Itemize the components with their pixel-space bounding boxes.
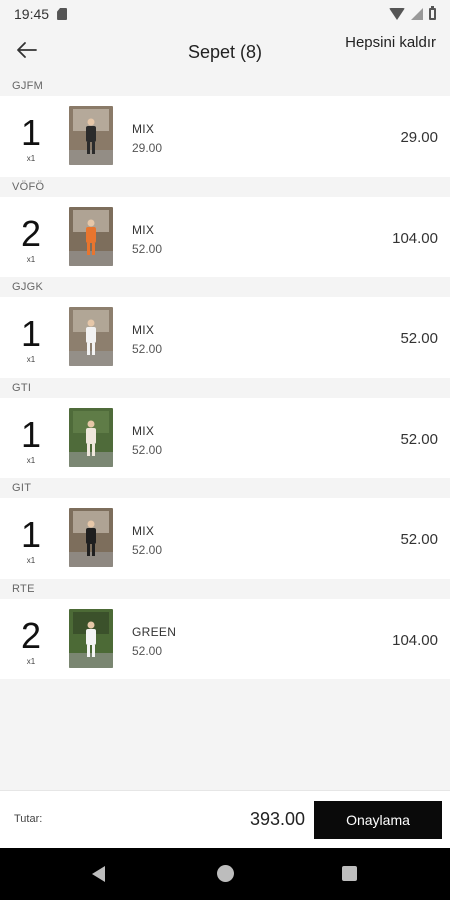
item-line-total: 52.00 xyxy=(400,531,438,548)
product-image xyxy=(69,508,113,567)
item-unit-price: 52.00 xyxy=(132,442,163,457)
item-line-total: 52.00 xyxy=(400,330,438,347)
item-quantity-note: x1 xyxy=(26,355,36,364)
item-unit-price: 29.00 xyxy=(132,141,163,155)
group-header: GJGK xyxy=(0,277,450,297)
item-quantity: 2 xyxy=(20,614,42,656)
home-circle-icon[interactable] xyxy=(217,865,234,882)
item-unit-price: 52.00 xyxy=(132,643,163,658)
cart-item-row[interactable]: 1 x1 MIX 29.00 29.00 xyxy=(0,96,450,177)
back-button[interactable] xyxy=(12,38,40,62)
group-header: GIT xyxy=(0,478,450,498)
cart-item-row[interactable]: 1 x1 MIX 52.00 52.00 xyxy=(0,397,450,478)
item-variant: MIX xyxy=(132,524,155,538)
item-quantity-note: x1 xyxy=(26,656,36,666)
checkout-bar: Tutar: 393.00 Onaylama xyxy=(0,790,450,848)
product-thumbnail[interactable] xyxy=(69,106,113,165)
remove-all-button[interactable]: Hepsini kaldır xyxy=(345,34,436,51)
item-unit-price: 52.00 xyxy=(132,342,163,356)
group-header: RTE xyxy=(0,578,450,599)
wifi-icon xyxy=(389,8,405,20)
item-variant: MIX xyxy=(132,222,155,237)
item-variant: MIX xyxy=(132,323,155,337)
item-quantity: 1 xyxy=(20,413,42,455)
total-value: 393.00 xyxy=(249,809,305,829)
status-bar: 19:45 xyxy=(0,0,450,28)
group-header: VÖFÖ xyxy=(0,176,450,197)
product-thumbnail[interactable] xyxy=(69,508,113,567)
item-quantity: 1 xyxy=(20,514,42,555)
cart-item-row[interactable]: 2 x1 MIX 52.00 104.00 xyxy=(0,196,450,277)
product-image xyxy=(69,407,113,467)
arrow-left-icon[interactable] xyxy=(15,41,37,59)
battery-icon xyxy=(429,6,436,20)
total-label: Tutar: xyxy=(14,813,43,825)
product-image xyxy=(69,206,113,266)
cart-item-row[interactable]: 1 x1 MIX 52.00 52.00 xyxy=(0,498,450,579)
group-header: GTI xyxy=(0,377,450,398)
system-nav-bar xyxy=(0,848,450,900)
status-icons xyxy=(389,6,436,20)
product-thumbnail[interactable] xyxy=(69,206,113,266)
item-line-total: 29.00 xyxy=(400,129,438,146)
item-quantity-note: x1 xyxy=(26,254,36,264)
item-variant: MIX xyxy=(132,423,155,438)
cart-list: GJFM 1 x1 MIX 29.00 29.00 VÖFÖ 2 x1 MIX … xyxy=(0,76,450,679)
app-bar: Sepet (8) Hepsini kaldır xyxy=(0,28,450,74)
product-image xyxy=(69,307,113,366)
recents-square-icon[interactable] xyxy=(342,866,357,881)
cart-item-row[interactable]: 1 x1 MIX 52.00 52.00 xyxy=(0,297,450,378)
item-variant: MIX xyxy=(132,122,155,136)
product-thumbnail[interactable] xyxy=(69,407,113,467)
signal-icon xyxy=(411,8,423,20)
item-quantity: 2 xyxy=(20,212,42,254)
status-time: 19:45 xyxy=(14,6,50,22)
item-line-total: 104.00 xyxy=(392,229,438,247)
product-thumbnail[interactable] xyxy=(69,307,113,366)
item-quantity-note: x1 xyxy=(26,154,36,163)
cart-item-row[interactable]: 2 x1 GREEN 52.00 104.00 xyxy=(0,598,450,679)
sd-card-icon xyxy=(57,8,68,20)
confirm-button[interactable]: Onaylama xyxy=(314,801,442,839)
item-unit-price: 52.00 xyxy=(132,241,163,256)
product-image xyxy=(69,608,113,668)
item-unit-price: 52.00 xyxy=(132,543,163,557)
back-triangle-icon[interactable] xyxy=(92,866,105,882)
item-quantity: 1 xyxy=(20,313,42,354)
item-line-total: 52.00 xyxy=(400,430,438,448)
item-line-total: 104.00 xyxy=(392,631,438,649)
group-header: GJFM xyxy=(0,76,450,96)
item-quantity-note: x1 xyxy=(26,556,36,565)
item-quantity-note: x1 xyxy=(26,455,36,465)
product-thumbnail[interactable] xyxy=(69,608,113,668)
product-image xyxy=(69,106,113,165)
item-variant: GREEN xyxy=(132,624,177,639)
item-quantity: 1 xyxy=(20,112,42,153)
